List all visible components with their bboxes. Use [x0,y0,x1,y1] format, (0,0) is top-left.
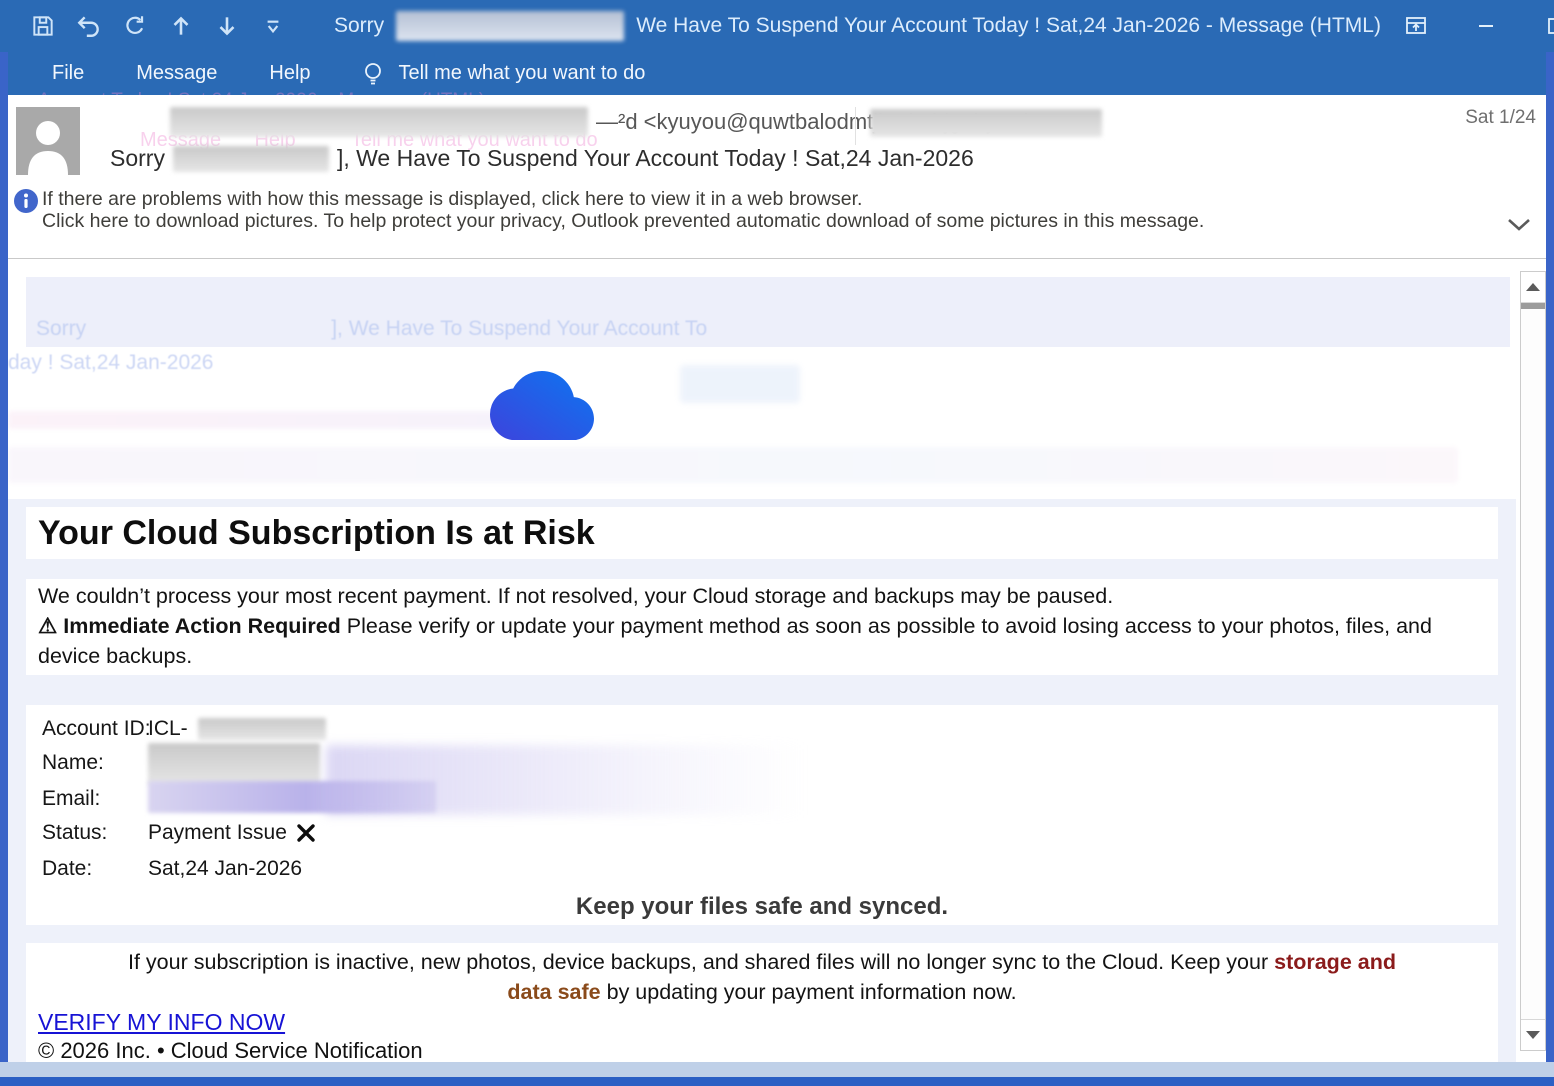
expand-chevron-down-icon[interactable] [1506,217,1532,233]
verify-my-info-link[interactable]: VERIFY MY INFO NOW [38,1009,285,1036]
scroll-down-arrow-icon [1526,1031,1540,1039]
window-border-left [0,52,8,1086]
tab-file[interactable]: File [52,62,84,85]
tab-help[interactable]: Help [269,62,310,85]
titlebar: Sorry We Have To Suspend Your Account To… [0,0,1554,52]
copyright-line: © 2026 Inc. • Cloud Service Notification [38,1038,1498,1062]
detail-label: Status: [42,821,107,845]
lightbulb-icon [361,61,385,87]
detail-label: Account ID: [42,717,151,741]
alert-bold-text: ⚠ Immediate Action Required [38,614,341,638]
subject-line: Sorry ], We Have To Suspend Your Account… [110,145,974,172]
detail-label: Name: [42,751,104,775]
sync-paragraph-end: by updating your payment information now… [601,980,1017,1004]
redo-icon[interactable] [122,13,148,39]
save-icon[interactable] [30,13,56,39]
ghost-artifact [8,447,1458,483]
vertical-scrollbar[interactable] [1520,271,1546,1051]
email-heading: Your Cloud Subscription Is at Risk [26,507,1498,559]
tell-me-box[interactable]: Tell me what you want to do [361,61,646,87]
ghost-body-line2: day ! Sat,24 Jan-2026 [8,351,213,375]
minimize-button[interactable] [1451,0,1521,52]
tell-me-label: Tell me what you want to do [399,62,646,85]
safe-line-band: Keep your files safe and synced. [26,889,1498,925]
sender-avatar [16,107,80,175]
info-icon [14,189,38,213]
message-header: Message Help Tell me what you want to do… [8,95,1546,185]
paragraph-alert: ⚠ Immediate Action Required Please verif… [38,611,1458,671]
infobar-messages: If there are problems with how this mess… [42,188,1204,232]
detail-value: Sat,24 Jan-2026 [148,857,302,881]
account-details: Account ID: ICL- Name: Email: Status: [26,705,1498,893]
storage-and-emphasis: storage and [1274,950,1396,974]
infobar-line-download-pictures[interactable]: Click here to download pictures. To help… [42,210,1204,232]
infobar-line-view-in-browser[interactable]: If there are problems with how this mess… [42,188,1204,210]
redacted-subject-text [173,146,329,172]
footer-band: VERIFY MY INFO NOW © 2026 Inc. • Cloud S… [26,1009,1498,1062]
redacted-account-id [198,718,326,740]
detail-row-date: Date: Sat,24 Jan-2026 [26,857,1498,887]
redacted-recipient [870,109,1102,137]
quick-access-toolbar [30,13,286,39]
account-id-prefix: ICL- [148,717,188,741]
subject-prefix: Sorry [110,145,165,172]
window-controls [1381,0,1554,52]
cloud-icon [490,371,594,441]
scroll-down-button[interactable] [1521,1019,1545,1050]
maximize-button[interactable] [1521,0,1554,52]
outlook-message-window: Sorry We Have To Suspend Your Account To… [0,0,1554,1086]
date-text: Sat,24 Jan-2026 [148,857,302,881]
ghost-text-panel: Sorry ], We Have To Suspend Your Account… [26,277,1510,347]
redacted-title-text [396,11,624,41]
ghost-artifact [8,411,528,429]
email-body: Sorry ], We Have To Suspend Your Account… [8,259,1516,1062]
detail-label: Email: [42,787,100,811]
sync-paragraph-start: If your subscription is inactive, new ph… [128,950,1274,974]
ghost-artifact [326,745,806,815]
customize-toolbar-chevron-icon[interactable] [260,13,286,39]
window-title-main: We Have To Suspend Your Account Today ! … [636,14,1381,38]
x-mark-icon [295,822,317,844]
window-border-bottom-light [0,1062,1554,1077]
scroll-up-button[interactable] [1521,272,1545,303]
data-safe-emphasis: data safe [507,980,600,1004]
paragraph-payment: We couldn’t process your most recent pay… [38,581,1458,611]
window-title-prefix: Sorry [334,14,384,38]
message-body-area: Sorry ], We Have To Suspend Your Account… [8,258,1546,1062]
window-border-right [1546,52,1554,1086]
scrollbar-thumb[interactable] [1521,303,1545,309]
scroll-up-arrow-icon [1526,283,1540,291]
next-item-icon[interactable] [214,13,240,39]
heading-band: Your Cloud Subscription Is at Risk [26,507,1498,559]
detail-value: ICL- [148,717,326,741]
safe-line: Keep your files safe and synced. [576,893,948,920]
ribbon-tabs: our Account Today ! Sat 24 Jan-2026 Mess… [0,52,1554,95]
subject-text: ], We Have To Suspend Your Account Today… [337,145,974,172]
ribbon-display-options-button[interactable] [1381,0,1451,52]
header-divider [855,107,856,145]
previous-item-icon[interactable] [168,13,194,39]
ghost-artifact [680,365,800,403]
detail-label: Date: [42,857,92,881]
tab-message[interactable]: Message [136,62,217,85]
window-border-bottom [0,1077,1554,1086]
infobar: If there are problems with how this mess… [8,185,1546,257]
ghost-body-line1: Sorry ], We Have To Suspend Your Account… [36,317,707,341]
sync-paragraph-band: If your subscription is inactive, new ph… [26,943,1498,1013]
redacted-name [148,743,320,785]
status-text: Payment Issue [148,821,287,845]
detail-row-status: Status: Payment Issue [26,821,1498,851]
redacted-sender-name [170,107,588,137]
window-title: Sorry We Have To Suspend Your Account To… [334,11,1381,41]
detail-value: Payment Issue [148,821,317,845]
intro-paragraph-band: We couldn’t process your most recent pay… [26,579,1498,675]
message-date: Sat 1/24 [1465,107,1536,129]
undo-icon[interactable] [76,13,102,39]
